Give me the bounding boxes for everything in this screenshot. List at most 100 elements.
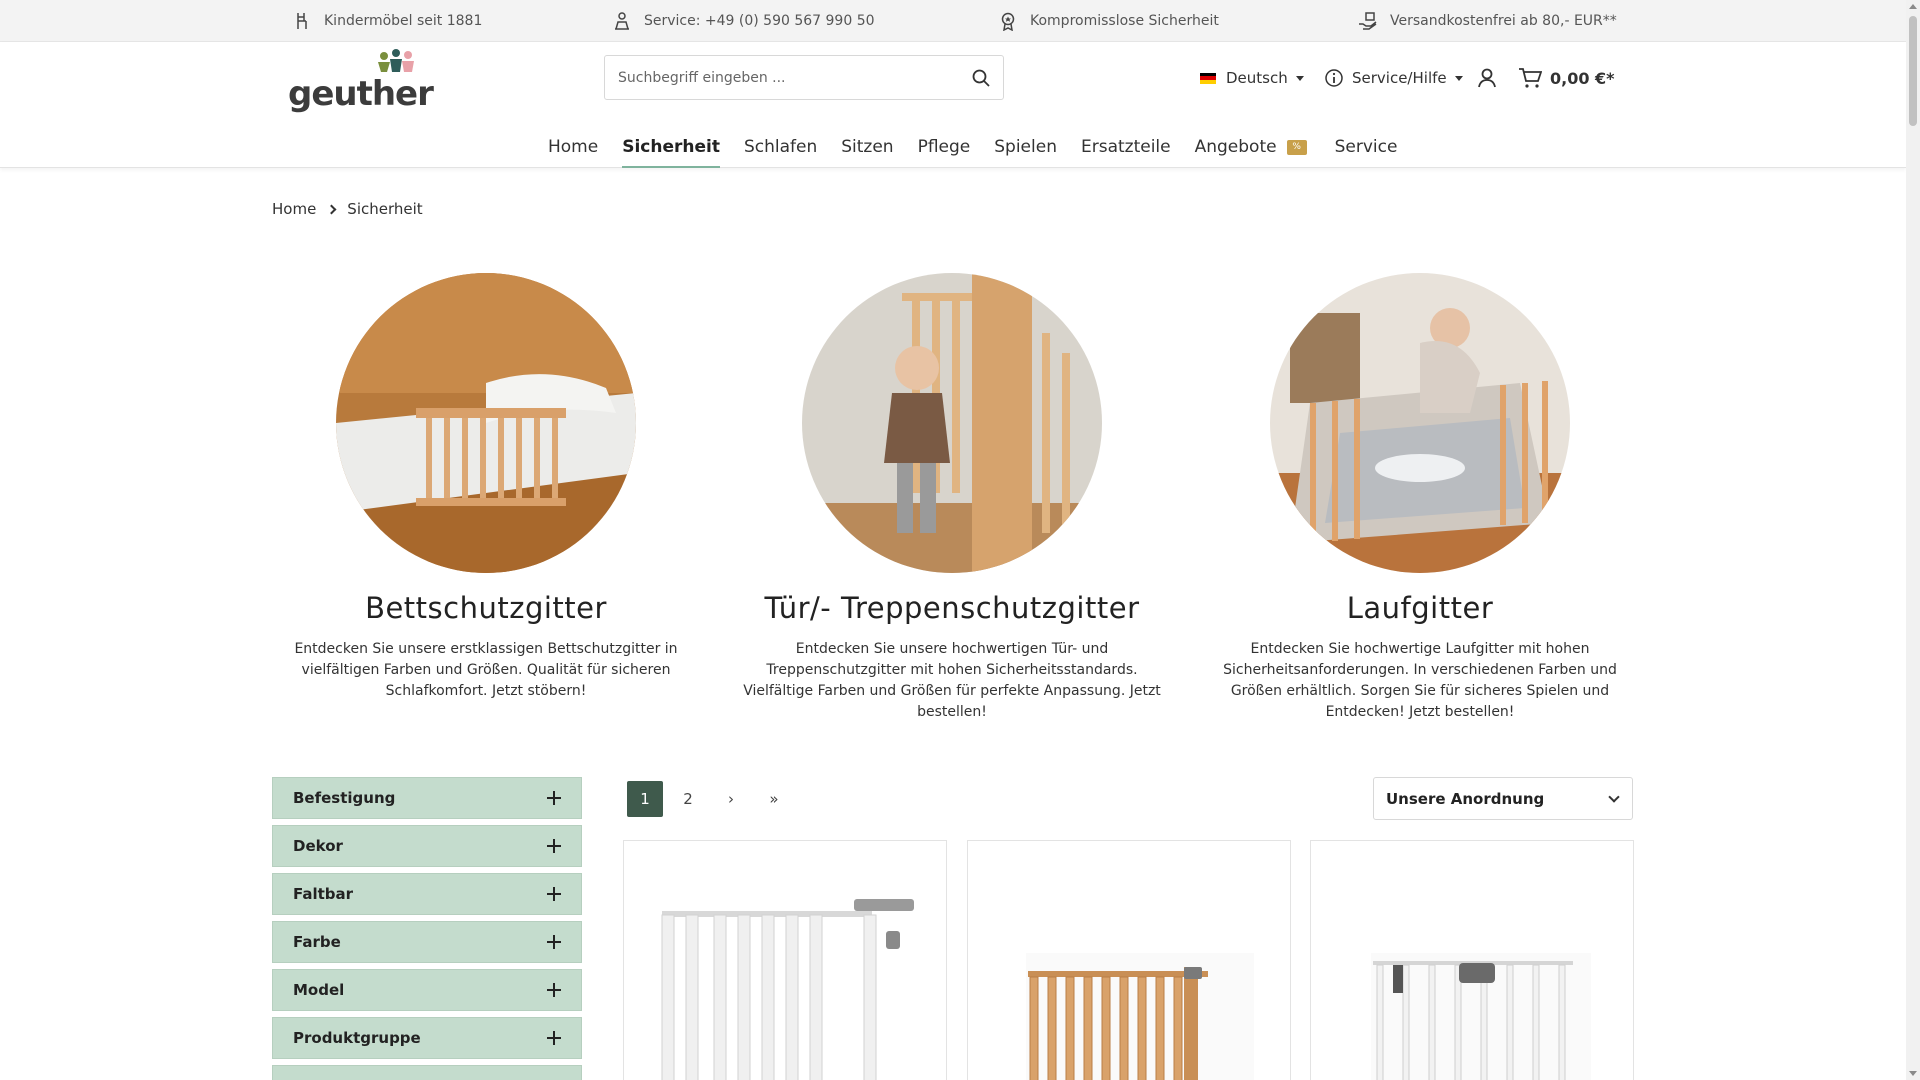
category-title[interactable]: Bettschutzgitter [276, 591, 696, 625]
nav-item-spielen[interactable]: Spielen [994, 126, 1057, 168]
nav-item-pflege[interactable]: Pflege [918, 126, 971, 168]
german-flag-icon [1200, 72, 1216, 84]
cart-button[interactable]: 0,00 €* [1518, 66, 1615, 90]
language-selector[interactable]: Deutsch [1200, 66, 1304, 90]
cart-total: 0,00 €* [1550, 68, 1615, 88]
chevron-right-icon [326, 204, 337, 214]
scrollbar-thumb[interactable] [1909, 16, 1917, 126]
caret-down-icon [1454, 75, 1463, 81]
nav-item-home[interactable]: Home [548, 126, 598, 168]
nav-item-label: Angebote [1194, 137, 1277, 157]
topbar-label: Versandkostenfrei ab 80,- EUR** [1390, 13, 1617, 29]
site-header: geuther Deutsch Service/Hilfe 0,00 €* Ho… [0, 42, 1906, 168]
breadcrumb: Home Sicherheit [272, 200, 423, 218]
category-image[interactable] [1270, 273, 1570, 573]
search-input[interactable] [605, 56, 935, 99]
plus-icon [547, 935, 561, 949]
topbar-item-service[interactable]: Service: +49 (0) 590 567 990 50 [612, 0, 875, 42]
scroll-down-arrow-icon[interactable] [1909, 1071, 1917, 1076]
chair-icon [297, 13, 307, 29]
category-image[interactable] [802, 273, 1102, 573]
stair-gate-photo [802, 273, 1102, 573]
filter-more[interactable] [272, 1065, 582, 1080]
breadcrumb-home[interactable]: Home [272, 200, 316, 218]
filter-panel: Befestigung Dekor Faltbar Farbe Model Pr… [272, 777, 582, 1080]
bed-rail-photo [336, 273, 636, 573]
nav-item-sicherheit[interactable]: Sicherheit [622, 126, 720, 168]
filter-label: Farbe [293, 933, 341, 951]
plus-icon [547, 1031, 561, 1045]
filter-dekor[interactable]: Dekor [272, 825, 582, 867]
info-icon [1325, 69, 1343, 87]
hand-package-icon [1359, 12, 1377, 30]
category-image[interactable] [336, 273, 636, 573]
support-agent-icon [615, 12, 629, 30]
breadcrumb-current: Sicherheit [347, 200, 423, 218]
chevron-down-icon [1608, 790, 1620, 803]
search-icon[interactable] [971, 68, 991, 88]
top-info-bar: Kindermöbel seit 1881 Service: +49 (0) 5… [0, 0, 1906, 42]
plus-icon [547, 839, 561, 853]
logo[interactable]: geuther [288, 48, 434, 114]
user-icon [1478, 68, 1496, 88]
topbar-item-shipping: Versandkostenfrei ab 80,- EUR** [1358, 0, 1617, 42]
category-description: Entdecken Sie unsere erstklassigen Betts… [294, 641, 678, 699]
plus-icon [547, 983, 561, 997]
pagination: 1 2 › » [627, 781, 799, 817]
product-card[interactable] [1310, 840, 1634, 1080]
filter-label: Faltbar [293, 885, 354, 903]
last-page-button[interactable]: » [756, 781, 792, 817]
topbar-label: Kindermöbel seit 1881 [324, 13, 483, 29]
topbar-item-heritage: Kindermöbel seit 1881 [292, 0, 482, 42]
category-description: Entdecken Sie unsere hochwertigen Tür- u… [743, 641, 1161, 720]
category-treppenschutzgitter[interactable]: Tür/- Treppenschutzgitter Entdecken Sie … [742, 273, 1162, 723]
topbar-label: Kompromisslose Sicherheit [1030, 13, 1219, 29]
filter-label: Model [293, 981, 345, 999]
offer-badge: % [1286, 139, 1307, 155]
category-title[interactable]: Tür/- Treppenschutzgitter [742, 591, 1162, 625]
category-laufgitter[interactable]: Laufgitter Entdecken Sie hochwertige Lau… [1210, 273, 1630, 723]
help-label: Service/Hilfe [1352, 69, 1447, 87]
search-box [604, 55, 1004, 100]
category-title[interactable]: Laufgitter [1210, 591, 1630, 625]
nav-item-sitzen[interactable]: Sitzen [841, 126, 893, 168]
scroll-up-arrow-icon[interactable] [1909, 4, 1917, 9]
next-page-button[interactable]: › [713, 781, 749, 817]
plus-icon [547, 791, 561, 805]
nav-item-schlafen[interactable]: Schlafen [744, 126, 817, 168]
nav-item-ersatzteile[interactable]: Ersatzteile [1081, 126, 1171, 168]
filter-faltbar[interactable]: Faltbar [272, 873, 582, 915]
product-image-metal-gate [1371, 953, 1591, 1080]
filter-befestigung[interactable]: Befestigung [272, 777, 582, 819]
category-bettschutzgitter[interactable]: Bettschutzgitter Entdecken Sie unsere er… [276, 273, 696, 702]
page-scrollbar[interactable] [1906, 0, 1920, 1080]
caret-down-icon [1295, 75, 1304, 81]
nav-item-angebote[interactable]: Angebote % [1195, 126, 1307, 168]
sort-select[interactable]: Unsere Anordnung [1373, 777, 1633, 820]
product-image-wooden-gate [1026, 953, 1254, 1080]
playpen-photo [1270, 273, 1570, 573]
filter-label: Dekor [293, 837, 343, 855]
account-button[interactable] [1476, 66, 1498, 90]
category-description: Entdecken Sie hochwertige Laufgitter mit… [1223, 641, 1617, 720]
filter-model[interactable]: Model [272, 969, 582, 1011]
topbar-label: Service: +49 (0) 590 567 990 50 [644, 13, 875, 29]
filter-label: Befestigung [293, 789, 396, 807]
nav-item-service[interactable]: Service [1335, 126, 1398, 168]
topbar-item-safety: Kompromisslose Sicherheit [998, 0, 1219, 42]
page-2-button[interactable]: 2 [670, 781, 706, 817]
product-card[interactable] [623, 840, 947, 1080]
plus-icon [547, 887, 561, 901]
filter-produktgruppe[interactable]: Produktgruppe [272, 1017, 582, 1059]
sort-selected-label: Unsere Anordnung [1386, 789, 1545, 808]
filter-label: Produktgruppe [293, 1029, 421, 1047]
language-label: Deutsch [1226, 69, 1288, 87]
page-1-button[interactable]: 1 [627, 781, 663, 817]
filter-farbe[interactable]: Farbe [272, 921, 582, 963]
product-card[interactable] [967, 840, 1291, 1080]
award-icon [1001, 12, 1015, 31]
logo-wordmark: geuther [288, 74, 434, 114]
product-image-white-gate [661, 899, 914, 1080]
cart-icon [1519, 68, 1542, 88]
service-help-menu[interactable]: Service/Hilfe [1324, 66, 1463, 90]
